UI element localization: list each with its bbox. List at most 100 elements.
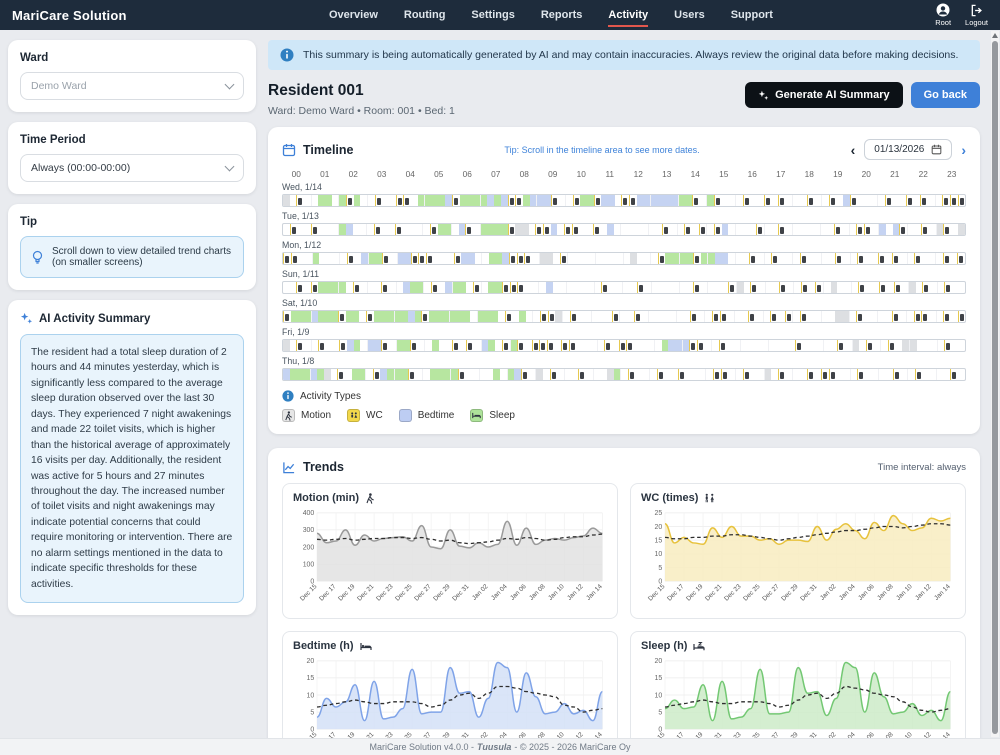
- svg-text:Dec 25: Dec 25: [742, 731, 762, 738]
- timeline-slot: [447, 253, 454, 264]
- wc-event-marker: [296, 282, 304, 293]
- wc-event-marker: [508, 224, 516, 235]
- timeline-slot: [466, 282, 473, 293]
- sidebar: Ward Demo Ward Time Period Always (00:00…: [8, 40, 256, 738]
- time-period-select[interactable]: Always (00:00-00:00): [20, 154, 244, 182]
- timeline-slot: [557, 224, 564, 235]
- day-label: Fri, 1/9: [282, 327, 966, 337]
- wc-event-marker: [850, 195, 858, 206]
- timeline-slot: [432, 340, 439, 351]
- svg-text:Dec 29: Dec 29: [432, 583, 452, 603]
- activity-timeline-bar[interactable]: [282, 252, 966, 265]
- wc-event-marker: [517, 340, 525, 351]
- svg-text:Dec 25: Dec 25: [742, 583, 762, 603]
- charts-grid: Motion (min)0100200300400Dec 15Dec 17Dec…: [282, 483, 966, 738]
- timeline-slot: [757, 253, 764, 264]
- timeline-slot: [915, 224, 922, 235]
- timeline-slot: [743, 224, 750, 235]
- timeline-slot: [736, 282, 744, 293]
- timeline-slot: [555, 311, 562, 322]
- wc-event-marker: [621, 195, 629, 206]
- wc-event-marker: [353, 282, 361, 293]
- timeline-slot: [637, 253, 644, 264]
- timeline-rows[interactable]: Wed, 1/14Tue, 1/13Mon, 1/12Sun, 1/11Sat,…: [282, 182, 966, 381]
- wc-event-marker: [410, 340, 418, 351]
- timeline-slot: [555, 340, 562, 351]
- timeline-slot: [396, 282, 404, 293]
- timeline-slot: [809, 282, 816, 293]
- wc-event-marker: [892, 311, 900, 322]
- timeline-slot: [715, 282, 722, 293]
- timeline-slot: [909, 340, 917, 351]
- next-date-button[interactable]: ›: [961, 143, 966, 157]
- svg-text:10: 10: [307, 692, 315, 699]
- timeline-slot: [475, 253, 482, 264]
- prev-date-button[interactable]: ‹: [851, 143, 856, 157]
- timeline-slot: [445, 282, 452, 293]
- timeline-slot: [887, 282, 894, 293]
- wc-event-marker: [508, 195, 516, 206]
- nav-item-settings[interactable]: Settings: [471, 3, 514, 27]
- wc-event-marker: [678, 369, 686, 380]
- nav-item-reports[interactable]: Reports: [541, 3, 583, 27]
- nav-item-support[interactable]: Support: [731, 3, 773, 27]
- activity-timeline-bar[interactable]: [282, 310, 966, 323]
- timeline-slot: [843, 369, 850, 380]
- timeline-slot: [495, 340, 502, 351]
- timeline-slot: [943, 369, 950, 380]
- svg-text:20: 20: [307, 658, 315, 665]
- wc-event-marker: [381, 282, 389, 293]
- wc-event-marker: [465, 224, 473, 235]
- timeline-slot: [290, 282, 297, 293]
- timeline-slot: [935, 195, 943, 206]
- chart-card-motion: Motion (min)0100200300400Dec 15Dec 17Dec…: [282, 483, 618, 619]
- nav-item-overview[interactable]: Overview: [329, 3, 378, 27]
- timeline-slot: [346, 282, 353, 293]
- svg-text:Dec 19: Dec 19: [685, 583, 705, 603]
- ward-label: Ward: [20, 52, 244, 64]
- scrollbar-up-arrow[interactable]: [992, 33, 998, 38]
- timeline-day-row: Fri, 1/9: [282, 327, 966, 352]
- timeline-slot: [380, 311, 387, 322]
- generate-ai-summary-button[interactable]: Generate AI Summary: [745, 82, 903, 108]
- activity-timeline-bar[interactable]: [282, 194, 966, 207]
- activity-timeline-bar[interactable]: [282, 281, 966, 294]
- timeline-slot: [820, 224, 828, 235]
- timeline-slot: [842, 224, 849, 235]
- nav-item-users[interactable]: Users: [674, 3, 705, 27]
- svg-text:Dec 17: Dec 17: [318, 583, 338, 603]
- nav-item-activity[interactable]: Activity: [608, 3, 648, 27]
- nav-item-routing[interactable]: Routing: [404, 3, 446, 27]
- timeline-slot: [332, 195, 339, 206]
- scrollbar-thumb[interactable]: [992, 41, 998, 734]
- timeline-slot: [705, 369, 713, 380]
- wc-event-marker: [535, 224, 543, 235]
- scrollbar[interactable]: [991, 31, 999, 737]
- wc-event-marker: [458, 369, 466, 380]
- timeline-slot: [366, 224, 374, 235]
- activity-timeline-bar[interactable]: [282, 339, 966, 352]
- timeline-slot: [835, 311, 842, 322]
- timeline-slot: [368, 253, 376, 264]
- activity-timeline-bar[interactable]: [282, 368, 966, 381]
- timeline-slot: [498, 311, 505, 322]
- timeline-slot: [935, 253, 943, 264]
- root-user-button[interactable]: Root: [935, 3, 951, 27]
- go-back-button[interactable]: Go back: [911, 82, 980, 108]
- timeline-slot: [291, 311, 298, 322]
- timeline-slot: [354, 340, 361, 351]
- timeline-slot: [850, 253, 858, 264]
- timeline-slot: [473, 195, 480, 206]
- logout-button[interactable]: Logout: [965, 4, 988, 27]
- activity-timeline-bar[interactable]: [282, 223, 966, 236]
- timeline-slot: [507, 369, 515, 380]
- timeline-slot: [501, 195, 508, 206]
- timeline-slot: [877, 311, 885, 322]
- date-picker[interactable]: 01/13/2026: [864, 139, 952, 160]
- timeline-slot: [768, 340, 776, 351]
- ward-select[interactable]: Demo Ward: [20, 72, 244, 100]
- timeline-slot: [514, 369, 521, 380]
- logout-label: Logout: [965, 18, 988, 27]
- timeline-slot: [886, 369, 893, 380]
- timeline-slot: [803, 340, 810, 351]
